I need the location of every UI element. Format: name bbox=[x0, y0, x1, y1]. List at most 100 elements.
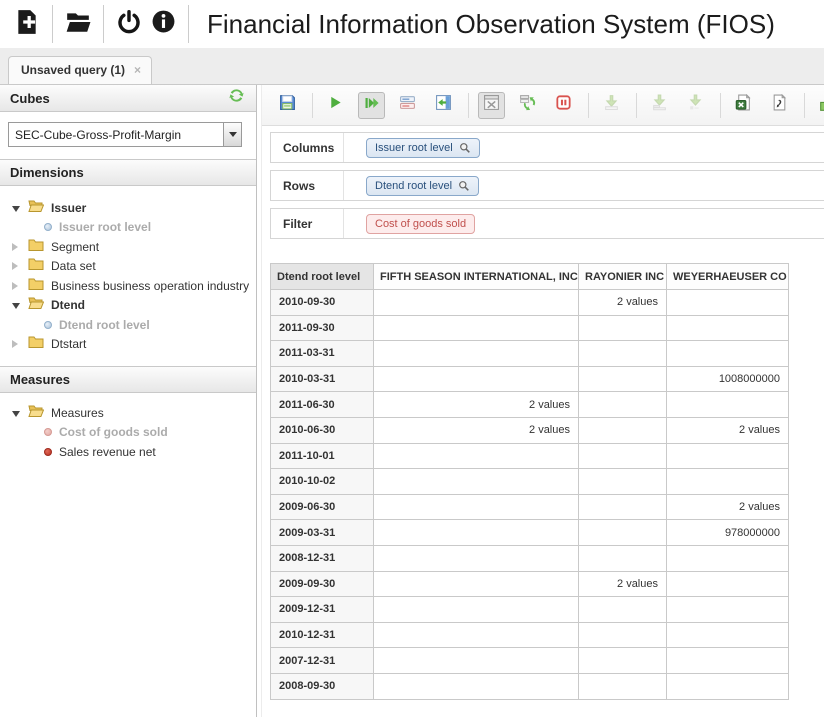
value-cell[interactable] bbox=[374, 648, 579, 674]
expand-icon[interactable] bbox=[12, 296, 22, 314]
row-header-cell[interactable]: 2011-06-30 bbox=[271, 392, 374, 418]
value-cell[interactable] bbox=[374, 341, 579, 367]
tree-item[interactable]: Data set bbox=[0, 257, 256, 277]
drill-through-button[interactable] bbox=[682, 92, 709, 119]
row-header-cell[interactable]: 2008-09-30 bbox=[271, 673, 374, 699]
row-header-cell[interactable]: 2011-03-31 bbox=[271, 341, 374, 367]
expand-icon[interactable] bbox=[12, 238, 22, 256]
value-cell[interactable]: 1008000000 bbox=[667, 366, 789, 392]
save-query-button[interactable] bbox=[274, 92, 301, 119]
value-cell[interactable] bbox=[667, 443, 789, 469]
value-cell[interactable]: 978000000 bbox=[667, 520, 789, 546]
tree-item[interactable]: Dtend root level bbox=[0, 315, 256, 335]
axis-chip[interactable]: Issuer root level bbox=[366, 138, 480, 158]
value-cell[interactable]: 2 values bbox=[374, 392, 579, 418]
row-header-cell[interactable]: 2010-06-30 bbox=[271, 417, 374, 443]
column-header[interactable]: WEYERHAEUSER CO bbox=[667, 264, 789, 290]
toggle-fields-button[interactable] bbox=[430, 92, 457, 119]
tree-item[interactable]: Dtend bbox=[0, 296, 256, 316]
value-cell[interactable] bbox=[579, 392, 667, 418]
cube-select[interactable]: SEC-Cube-Gross-Profit-Margin bbox=[8, 122, 242, 147]
hide-parents-button[interactable] bbox=[394, 92, 421, 119]
value-cell[interactable] bbox=[374, 315, 579, 341]
tree-item[interactable]: Issuer bbox=[0, 198, 256, 218]
table-mode-button[interactable] bbox=[478, 92, 505, 119]
row-header-cell[interactable]: 2010-10-02 bbox=[271, 469, 374, 495]
tree-item[interactable]: Segment bbox=[0, 237, 256, 257]
value-cell[interactable] bbox=[667, 545, 789, 571]
magnifier-icon[interactable] bbox=[458, 180, 470, 192]
value-cell[interactable] bbox=[579, 443, 667, 469]
value-cell[interactable] bbox=[374, 520, 579, 546]
new-query-button[interactable] bbox=[10, 7, 44, 41]
chart-mode-button[interactable] bbox=[814, 92, 824, 119]
value-cell[interactable] bbox=[579, 417, 667, 443]
value-cell[interactable] bbox=[579, 673, 667, 699]
expand-icon[interactable] bbox=[12, 404, 22, 422]
column-header[interactable]: FIFTH SEASON INTERNATIONAL, INC. bbox=[374, 264, 579, 290]
value-cell[interactable] bbox=[667, 622, 789, 648]
run-query-button[interactable] bbox=[322, 92, 349, 119]
row-header-cell[interactable]: 2007-12-31 bbox=[271, 648, 374, 674]
value-cell[interactable] bbox=[579, 545, 667, 571]
value-cell[interactable]: 2 values bbox=[667, 417, 789, 443]
value-cell[interactable] bbox=[579, 366, 667, 392]
value-cell[interactable] bbox=[579, 341, 667, 367]
value-cell[interactable] bbox=[579, 520, 667, 546]
non-empty-cells-button[interactable] bbox=[550, 92, 577, 119]
value-cell[interactable] bbox=[667, 392, 789, 418]
expand-icon[interactable] bbox=[12, 199, 22, 217]
value-cell[interactable] bbox=[579, 597, 667, 623]
tree-item[interactable]: Dtstart bbox=[0, 335, 256, 355]
drill-replace-button[interactable] bbox=[646, 92, 673, 119]
chevron-down-icon[interactable] bbox=[223, 123, 241, 146]
value-cell[interactable] bbox=[579, 648, 667, 674]
value-cell[interactable]: 2 values bbox=[374, 417, 579, 443]
row-header-cell[interactable]: 2010-09-30 bbox=[271, 290, 374, 316]
value-cell[interactable] bbox=[374, 366, 579, 392]
value-cell[interactable] bbox=[374, 673, 579, 699]
logout-button[interactable] bbox=[112, 7, 146, 41]
row-header-cell[interactable]: 2009-09-30 bbox=[271, 571, 374, 597]
expand-icon[interactable] bbox=[12, 277, 22, 295]
value-cell[interactable] bbox=[374, 494, 579, 520]
value-cell[interactable] bbox=[579, 469, 667, 495]
row-axis-header[interactable]: Dtend root level bbox=[271, 264, 374, 290]
open-query-button[interactable] bbox=[61, 7, 95, 41]
value-cell[interactable] bbox=[579, 622, 667, 648]
value-cell[interactable] bbox=[667, 341, 789, 367]
expand-icon[interactable] bbox=[12, 335, 22, 353]
row-header-cell[interactable]: 2008-12-31 bbox=[271, 545, 374, 571]
value-cell[interactable] bbox=[579, 315, 667, 341]
value-cell[interactable] bbox=[667, 315, 789, 341]
row-header-cell[interactable]: 2009-12-31 bbox=[271, 597, 374, 623]
value-cell[interactable]: 2 values bbox=[579, 571, 667, 597]
row-header-cell[interactable]: 2011-10-01 bbox=[271, 443, 374, 469]
expand-icon[interactable] bbox=[12, 257, 22, 275]
value-cell[interactable] bbox=[667, 290, 789, 316]
auto-run-button[interactable] bbox=[358, 92, 385, 119]
export-excel-button[interactable] bbox=[730, 92, 757, 119]
about-button[interactable] bbox=[146, 7, 180, 41]
magnifier-icon[interactable] bbox=[459, 142, 471, 154]
value-cell[interactable] bbox=[667, 597, 789, 623]
row-header-cell[interactable]: 2010-12-31 bbox=[271, 622, 374, 648]
tree-item[interactable]: Issuer root level bbox=[0, 218, 256, 238]
value-cell[interactable]: 2 values bbox=[667, 494, 789, 520]
value-cell[interactable] bbox=[374, 622, 579, 648]
swap-axes-button[interactable] bbox=[514, 92, 541, 119]
close-icon[interactable]: × bbox=[134, 63, 141, 77]
value-cell[interactable]: 2 values bbox=[579, 290, 667, 316]
value-cell[interactable] bbox=[374, 469, 579, 495]
tree-item[interactable]: Sales revenue net bbox=[0, 442, 256, 462]
tree-item[interactable]: Cost of goods sold bbox=[0, 423, 256, 443]
value-cell[interactable] bbox=[374, 597, 579, 623]
value-cell[interactable] bbox=[374, 443, 579, 469]
row-header-cell[interactable]: 2009-06-30 bbox=[271, 494, 374, 520]
value-cell[interactable] bbox=[374, 545, 579, 571]
axis-chip[interactable]: Cost of goods sold bbox=[366, 214, 475, 234]
tab-unsaved-query[interactable]: Unsaved query (1) × bbox=[8, 56, 152, 84]
mdx-editor-button[interactable] bbox=[766, 92, 793, 119]
value-cell[interactable] bbox=[667, 673, 789, 699]
row-header-cell[interactable]: 2009-03-31 bbox=[271, 520, 374, 546]
